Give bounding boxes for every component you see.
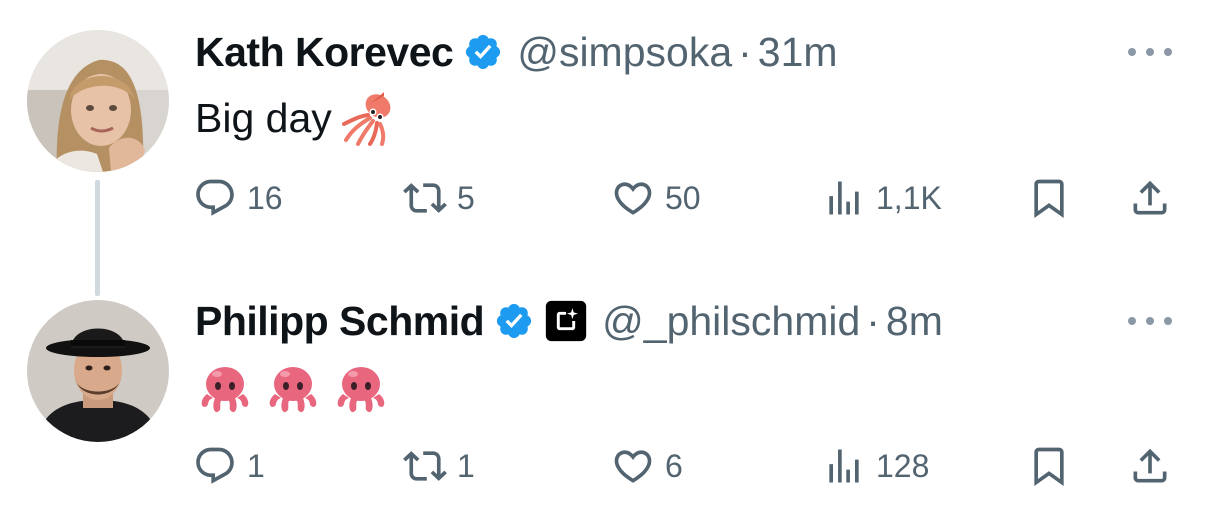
more-dot-icon — [1128, 48, 1136, 56]
bookmark-icon — [1034, 179, 1064, 219]
avatar-man-hat-photo — [27, 300, 169, 442]
repost-button[interactable]: 5 — [403, 173, 475, 223]
views-count: 128 — [876, 447, 930, 484]
more-dot-icon — [1164, 48, 1172, 56]
octopus-emoji — [331, 360, 391, 420]
like-button[interactable]: 6 — [611, 441, 683, 491]
author-name[interactable]: Kath Korevec — [195, 29, 454, 76]
share-button[interactable] — [1128, 441, 1172, 491]
reply-count: 16 — [247, 179, 283, 216]
repost-icon — [403, 451, 447, 481]
tweet-text: Big day — [195, 88, 396, 148]
heart-icon — [614, 450, 652, 483]
like-button[interactable]: 50 — [611, 173, 701, 223]
like-count: 50 — [665, 179, 701, 216]
views-count: 1,1K — [876, 179, 942, 216]
separator-dot: · — [738, 28, 752, 75]
separator-dot: · — [866, 297, 880, 344]
reply-icon — [196, 447, 234, 484]
tweet-1[interactable]: Kath Korevec @simpsoka · 31m Big day 16 … — [0, 0, 1206, 260]
more-options-button[interactable] — [1128, 311, 1172, 331]
bookmark-button[interactable] — [1027, 173, 1071, 223]
share-button[interactable] — [1128, 173, 1172, 223]
verified-badge-icon[interactable] — [494, 301, 534, 341]
more-dot-icon — [1146, 48, 1154, 56]
repost-button[interactable]: 1 — [403, 441, 475, 491]
more-options-button[interactable] — [1128, 42, 1172, 62]
tweet-text — [195, 358, 399, 422]
tweet-actions: 16 5 50 1,1K — [0, 173, 1206, 223]
views-chart-icon — [829, 449, 859, 483]
tweet-header: Kath Korevec @simpsoka · 31m — [195, 27, 838, 77]
bookmark-icon — [1034, 447, 1064, 487]
verified-badge-icon[interactable] — [463, 32, 503, 72]
reply-button[interactable]: 16 — [193, 173, 283, 223]
share-icon — [1133, 448, 1167, 483]
heart-icon — [614, 182, 652, 215]
views-button[interactable]: 128 — [822, 441, 929, 491]
author-handle[interactable]: @simpsoka — [517, 29, 732, 76]
tweet-2[interactable]: Philipp Schmid @_philschmid · 8m 1 1 6 1… — [0, 260, 1206, 522]
repost-count: 5 — [457, 179, 475, 216]
repost-count: 1 — [457, 447, 475, 484]
reply-button[interactable]: 1 — [193, 441, 265, 491]
avatar-woman-photo — [27, 30, 169, 172]
repost-icon — [403, 183, 447, 213]
tweet-header: Philipp Schmid @_philschmid · 8m — [195, 296, 943, 346]
author-name[interactable]: Philipp Schmid — [195, 298, 485, 345]
affiliate-logo-icon[interactable] — [544, 299, 588, 343]
avatar[interactable] — [27, 30, 169, 172]
like-count: 6 — [665, 447, 683, 484]
author-handle[interactable]: @_philschmid — [602, 298, 860, 345]
views-chart-icon — [829, 181, 859, 215]
more-dot-icon — [1146, 317, 1154, 325]
avatar[interactable] — [27, 300, 169, 442]
octopus-emoji — [263, 360, 323, 420]
tweet-actions: 1 1 6 128 — [0, 441, 1206, 491]
timestamp[interactable]: 8m — [886, 298, 943, 345]
bookmark-button[interactable] — [1027, 441, 1071, 491]
octopus-emoji — [195, 360, 255, 420]
more-dot-icon — [1128, 317, 1136, 325]
more-dot-icon — [1164, 317, 1172, 325]
reply-count: 1 — [247, 447, 265, 484]
reply-icon — [196, 179, 234, 216]
views-button[interactable]: 1,1K — [822, 173, 942, 223]
tweet-text-content: Big day — [195, 94, 332, 141]
share-icon — [1133, 180, 1167, 215]
timestamp[interactable]: 31m — [758, 29, 838, 76]
squid-emoji — [340, 90, 396, 146]
